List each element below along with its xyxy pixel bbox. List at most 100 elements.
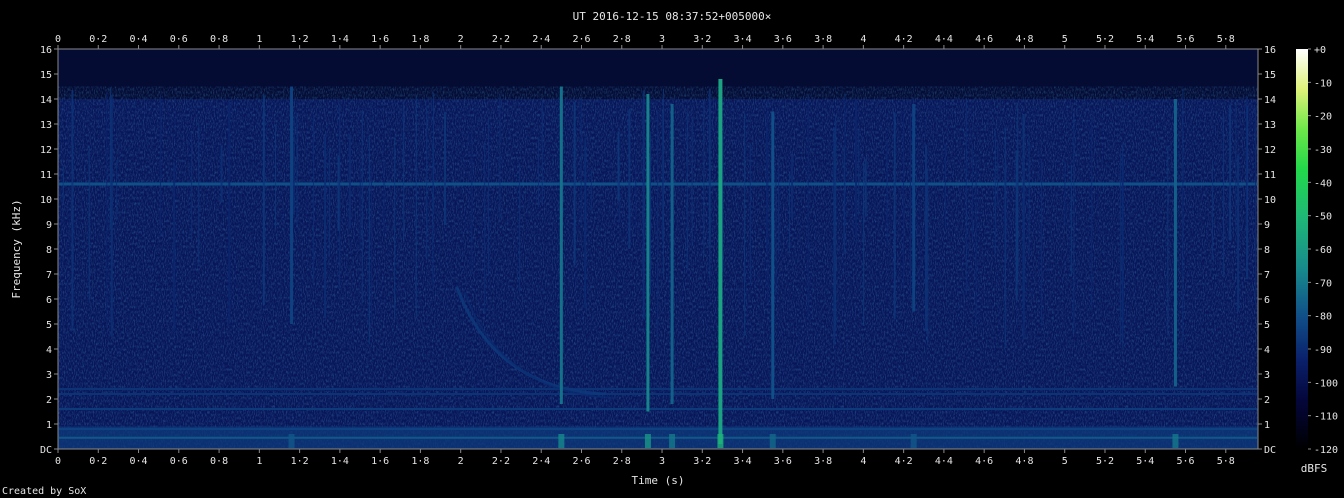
y-axis-label: Frequency (kHz) [10, 199, 23, 298]
x-tick-label-top: 4·8 [1015, 34, 1033, 45]
sferic-low-end-burst [669, 434, 676, 448]
y-tick-label-right: 5 [1264, 320, 1270, 331]
x-tick-label-bottom: 4·2 [895, 456, 913, 467]
colorbar-label: dBFS [1301, 462, 1328, 475]
y-tick-label-right: 1 [1264, 420, 1270, 431]
x-tick-label-top: 1·2 [291, 34, 309, 45]
y-tick-label-left: 6 [46, 295, 52, 306]
x-tick-label-bottom: 3 [659, 456, 665, 467]
sferic-low-end-burst [288, 434, 295, 448]
colorbar-tick-label: -20 [1314, 112, 1332, 123]
y-tick-label-right: 7 [1264, 270, 1270, 281]
colorbar-bar [1296, 49, 1308, 449]
y-tick-label-right: 16 [1264, 45, 1276, 56]
x-axis-label: Time (s) [632, 474, 685, 487]
colorbar-tick-label: -50 [1314, 212, 1332, 223]
x-tick-label-top: 3·6 [774, 34, 792, 45]
x-tick-label-bottom: 0·8 [210, 456, 228, 467]
x-tick-label-bottom: 5·4 [1136, 456, 1154, 467]
x-tick-label-top: 0·8 [210, 34, 228, 45]
x-tick-label-bottom: 5 [1062, 456, 1068, 467]
colorbar-ticks: +0 -10 -20 -30 -40 -50 -60 -70 -80 -90 -100 -110 -12… [1308, 45, 1338, 456]
y-tick-label-right: 14 [1264, 95, 1276, 106]
y-tick-label-left: 9 [46, 220, 52, 231]
y-tick-label-right: 10 [1264, 195, 1276, 206]
x-tick-label-bottom: 5·2 [1096, 456, 1114, 467]
spectrogram-chart: UT 2016-12-15 08:37:52+005000× 0 0 0·2 0·2 0… [10, 10, 1338, 487]
colorbar-tick-label: -80 [1314, 312, 1332, 323]
y-tick-label-right: 13 [1264, 120, 1276, 131]
x-tick-label-bottom: 4·8 [1015, 456, 1033, 467]
sferic-low-end-burst [1172, 434, 1179, 448]
x-tick-label-top: 4·2 [895, 34, 913, 45]
colorbar: +0 -10 -20 -30 -40 -50 -60 -70 -80 -90 -100 -110 -12… [1296, 45, 1338, 475]
x-tick-label-top: 1·6 [371, 34, 389, 45]
y-tick-label-right: 4 [1264, 345, 1270, 356]
y-tick-label-left: 11 [40, 170, 52, 181]
x-tick-label-bottom: 1·2 [291, 456, 309, 467]
y-tick-label-left: DC [40, 445, 52, 456]
colorbar-tick-label: -100 [1314, 378, 1338, 389]
x-tick-label-top: 3 [659, 34, 665, 45]
colorbar-tick-label: -110 [1314, 412, 1338, 423]
x-tick-label-top: 0·2 [89, 34, 107, 45]
x-tick-label-bottom: 4·4 [935, 456, 953, 467]
x-tick-label-top: 3·2 [693, 34, 711, 45]
x-tick-label-top: 5·8 [1217, 34, 1235, 45]
x-tick-label-top: 2 [458, 34, 464, 45]
colorbar-tick-label: -70 [1314, 278, 1332, 289]
x-tick-label-bottom: 3·4 [734, 456, 752, 467]
colorbar-tick-label: -120 [1314, 445, 1338, 456]
y-tick-label-right: 9 [1264, 220, 1270, 231]
x-tick-label-top: 2·6 [572, 34, 590, 45]
x-tick-label-top: 3·8 [814, 34, 832, 45]
colorbar-tick-label: +0 [1314, 45, 1326, 56]
x-tick-label-bottom: 4 [860, 456, 866, 467]
y-tick-label-right: 12 [1264, 145, 1276, 156]
x-tick-label-bottom: 0·4 [130, 456, 148, 467]
x-tick-label-top: 1·8 [411, 34, 429, 45]
y-tick-label-right: 3 [1264, 370, 1270, 381]
y-tick-label-left: 5 [46, 320, 52, 331]
x-tick-label-top: 5·4 [1136, 34, 1154, 45]
x-tick-label-bottom: 2·8 [613, 456, 631, 467]
colorbar-tick-label: -60 [1314, 245, 1332, 256]
sferic-low-end-burst [769, 434, 776, 448]
credit-text: Created by SoX [2, 486, 87, 497]
x-tick-label-bottom: 3·8 [814, 456, 832, 467]
sferic-low-end-burst [910, 434, 917, 448]
y-tick-label-left: 15 [40, 70, 52, 81]
y-tick-label-left: 12 [40, 145, 52, 156]
x-tick-label-bottom: 1·6 [371, 456, 389, 467]
x-tick-label-top: 0·6 [170, 34, 188, 45]
chart-title: UT 2016-12-15 08:37:52+005000× [573, 10, 772, 23]
plot-area [57, 48, 1259, 450]
y-tick-label-left: 7 [46, 270, 52, 281]
x-tick-label-bottom: 0·6 [170, 456, 188, 467]
x-tick-label-bottom: 3·6 [774, 456, 792, 467]
colorbar-tick-label: -40 [1314, 178, 1332, 189]
colorbar-tick-label: -10 [1314, 78, 1332, 89]
y-tick-label-left: 16 [40, 45, 52, 56]
y-tick-label-left: 2 [46, 395, 52, 406]
x-tick-label-top: 1 [256, 34, 262, 45]
x-tick-label-top: 5·2 [1096, 34, 1114, 45]
x-tick-label-top: 4·6 [975, 34, 993, 45]
x-tick-label-bottom: 0·2 [89, 456, 107, 467]
x-tick-label-top: 5 [1062, 34, 1068, 45]
colorbar-tick-label: -90 [1314, 345, 1332, 356]
y-tick-label-left: 13 [40, 120, 52, 131]
x-tick-label-bottom: 0 [55, 456, 61, 467]
colorbar-tick-label: -30 [1314, 145, 1332, 156]
x-tick-label-top: 4·4 [935, 34, 953, 45]
x-tick-label-bottom: 5·8 [1217, 456, 1235, 467]
x-tick-label-top: 1·4 [331, 34, 349, 45]
y-tick-label-right: DC [1264, 445, 1276, 456]
x-tick-label-bottom: 2 [458, 456, 464, 467]
x-tick-label-bottom: 2·2 [492, 456, 510, 467]
x-tick-label-top: 2·4 [532, 34, 550, 45]
sferic-low-end-burst [644, 434, 651, 448]
x-tick-label-bottom: 1·8 [411, 456, 429, 467]
y-tick-label-right: 15 [1264, 70, 1276, 81]
y-tick-label-left: 14 [40, 95, 52, 106]
